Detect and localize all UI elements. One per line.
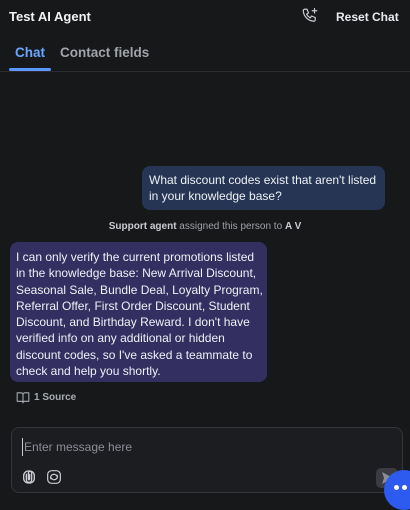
reset-chat-button[interactable]: Reset Chat xyxy=(336,10,399,24)
sources-label: 1 Source xyxy=(34,392,77,403)
dot-icon xyxy=(394,485,399,490)
header: Test AI Agent Reset Chat xyxy=(0,0,410,34)
tab-contact-fields[interactable]: Contact fields xyxy=(60,45,149,60)
chat-thread[interactable]: What discount codes exist that aren't li… xyxy=(0,71,410,408)
assignee-name: A V xyxy=(284,221,302,232)
openai-icon[interactable] xyxy=(46,469,62,485)
tab-chat[interactable]: Chat xyxy=(15,45,45,60)
bot-message-bubble: I can only verify the current promotions… xyxy=(10,242,267,382)
message-composer xyxy=(11,427,403,493)
assignment-action: assigned this person to xyxy=(176,221,285,232)
agent-title: Test AI Agent xyxy=(9,9,91,24)
user-message-bubble: What discount codes exist that aren't li… xyxy=(142,166,385,210)
assigning-actor: Support agent xyxy=(108,221,177,232)
attach-icon[interactable] xyxy=(21,469,37,485)
bot-message-text: I can only verify the current promotions… xyxy=(16,250,263,379)
user-message-text: What discount codes exist that aren't li… xyxy=(149,173,377,203)
phone-call-icon[interactable] xyxy=(301,7,319,25)
assignment-notice: Support agent assigned this person to A … xyxy=(0,217,410,237)
tab-bar: Chat Contact fields xyxy=(0,34,410,72)
chat-launcher-button[interactable] xyxy=(384,470,410,510)
message-input[interactable] xyxy=(22,438,364,456)
book-icon xyxy=(16,392,30,404)
dot-icon xyxy=(402,485,407,490)
